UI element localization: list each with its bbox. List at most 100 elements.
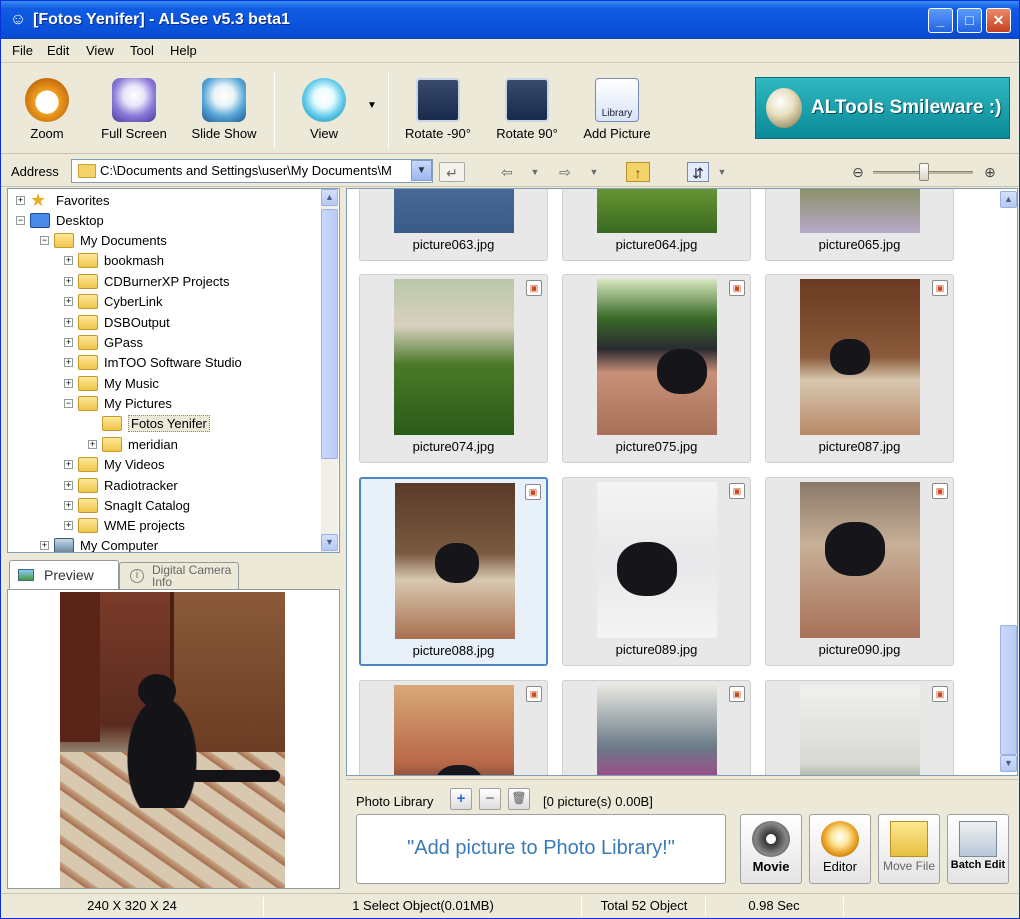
scroll-thumb[interactable] bbox=[1000, 625, 1017, 755]
expand-icon[interactable]: + bbox=[64, 256, 73, 265]
thumbnail-item[interactable]: ▣ picture074.jpg bbox=[359, 274, 548, 463]
altools-banner[interactable]: ALTools Smileware :) bbox=[755, 77, 1010, 139]
batch-edit-button[interactable]: Batch Edit bbox=[947, 814, 1009, 884]
title-bar[interactable]: ☺ [Fotos Yenifer] - ALSee v5.3 beta1 _ □… bbox=[1, 1, 1019, 39]
library-trash-icon[interactable]: 🗑 bbox=[508, 788, 530, 810]
move-file-button[interactable]: Move File bbox=[878, 814, 940, 884]
star-icon: ★ bbox=[30, 190, 47, 210]
slide-show-button[interactable]: Slide Show bbox=[185, 72, 263, 150]
thumbnail-image bbox=[800, 685, 920, 775]
expand-icon[interactable]: + bbox=[16, 196, 25, 205]
menu-view[interactable]: View bbox=[86, 43, 114, 58]
tree-scrollbar[interactable]: ▲ ▼ bbox=[321, 189, 338, 552]
view-dropdown-arrow-icon[interactable]: ▼ bbox=[367, 100, 377, 111]
folder-icon bbox=[78, 164, 96, 178]
status-total: Total 52 Object bbox=[600, 898, 688, 913]
expand-icon[interactable]: + bbox=[64, 338, 73, 347]
view-label: View bbox=[310, 126, 338, 141]
sort-dropdown-icon[interactable]: ▼ bbox=[715, 162, 729, 182]
folder-up-icon[interactable]: ↑ bbox=[626, 162, 650, 182]
rotate-ccw-button[interactable]: Rotate -90° bbox=[397, 72, 479, 150]
slider-thumb[interactable] bbox=[919, 163, 929, 181]
thumbnail-item[interactable]: picture063.jpg bbox=[359, 189, 548, 261]
expand-icon[interactable]: + bbox=[40, 541, 49, 550]
zoom-in-icon[interactable]: ⊕ bbox=[981, 162, 999, 182]
rotate-cw-button[interactable]: Rotate 90° bbox=[489, 72, 565, 150]
music-folder-icon bbox=[78, 376, 98, 391]
movie-button[interactable]: Movie bbox=[740, 814, 802, 884]
address-input[interactable]: C:\Documents and Settings\user\My Docume… bbox=[71, 159, 433, 183]
go-button[interactable]: ↵ bbox=[439, 162, 465, 182]
collapse-icon[interactable]: − bbox=[40, 236, 49, 245]
expand-icon[interactable]: + bbox=[64, 501, 73, 510]
library-remove-icon[interactable]: − bbox=[479, 788, 501, 810]
collapse-icon[interactable]: − bbox=[64, 399, 73, 408]
folder-tree: + ★ Favorites − Desktop − My Documents + book… bbox=[7, 188, 340, 553]
rotate-ccw-icon bbox=[416, 78, 460, 122]
library-add-icon[interactable]: + bbox=[450, 788, 472, 810]
expand-icon[interactable]: + bbox=[64, 460, 73, 469]
thumbnail-item[interactable]: ▣ picture090.jpg bbox=[765, 477, 954, 666]
add-picture-button[interactable]: Library Add Picture bbox=[577, 72, 657, 150]
preview-tabs: Preview i Digital Camera Info bbox=[7, 556, 340, 589]
zoom-button[interactable]: Zoom bbox=[13, 72, 81, 150]
thumbnail-item[interactable]: ▣ picture089.jpg bbox=[562, 477, 751, 666]
scroll-up-icon[interactable]: ▲ bbox=[321, 189, 338, 206]
thumbnail-item[interactable]: ▣ picture087.jpg bbox=[765, 274, 954, 463]
image-type-icon: ▣ bbox=[525, 484, 541, 500]
menu-file[interactable]: File bbox=[12, 43, 33, 58]
thumbnail-item[interactable]: picture064.jpg bbox=[562, 189, 751, 261]
address-value: C:\Documents and Settings\user\My Docume… bbox=[100, 163, 392, 178]
scroll-up-icon[interactable]: ▲ bbox=[1000, 191, 1017, 208]
menu-edit[interactable]: Edit bbox=[47, 43, 69, 58]
minimize-button[interactable]: _ bbox=[928, 8, 953, 33]
expand-icon[interactable]: + bbox=[64, 358, 73, 367]
address-dropdown-button[interactable]: ▼ bbox=[411, 160, 432, 181]
tab-digital-camera-info[interactable]: i Digital Camera Info bbox=[119, 562, 239, 589]
thumbnail-filename: picture087.jpg bbox=[818, 439, 901, 454]
thumbnail-item[interactable]: ▣ bbox=[562, 680, 751, 775]
library-drop-area[interactable]: "Add picture to Photo Library!" bbox=[356, 814, 726, 884]
expand-icon[interactable]: + bbox=[64, 521, 73, 530]
menu-help[interactable]: Help bbox=[170, 43, 197, 58]
open-folder-icon bbox=[102, 416, 122, 431]
expand-icon[interactable]: + bbox=[88, 440, 97, 449]
thumbnail-scrollbar[interactable]: ▲ ▼ bbox=[1000, 189, 1017, 775]
expand-icon[interactable]: + bbox=[64, 318, 73, 327]
expand-icon[interactable]: + bbox=[64, 297, 73, 306]
thumbnail-item[interactable]: ▣ picture088.jpg bbox=[359, 477, 548, 666]
expand-icon[interactable]: + bbox=[64, 481, 73, 490]
thumbnail-item[interactable]: ▣ bbox=[765, 680, 954, 775]
back-arrow-icon[interactable]: ⇦ bbox=[496, 162, 518, 182]
menu-bar: File Edit View Tool Help bbox=[1, 39, 1019, 63]
thumbnail-item[interactable]: ▣ bbox=[359, 680, 548, 775]
editor-button[interactable]: Editor bbox=[809, 814, 871, 884]
scroll-down-icon[interactable]: ▼ bbox=[1000, 755, 1017, 772]
back-dropdown-icon[interactable]: ▼ bbox=[528, 162, 542, 182]
zoom-out-icon[interactable]: ⊖ bbox=[849, 162, 867, 182]
thumbnail-item[interactable]: picture065.jpg bbox=[765, 189, 954, 261]
window-title: [Fotos Yenifer] - ALSee v5.3 beta1 bbox=[33, 11, 290, 28]
tab-preview[interactable]: Preview bbox=[9, 560, 119, 589]
scroll-thumb[interactable] bbox=[321, 209, 338, 459]
expand-icon[interactable]: + bbox=[64, 277, 73, 286]
maximize-button[interactable]: □ bbox=[957, 8, 982, 33]
collapse-icon[interactable]: − bbox=[16, 216, 25, 225]
expand-icon[interactable]: + bbox=[64, 379, 73, 388]
rotate-cw-icon bbox=[505, 78, 549, 122]
slide-show-icon bbox=[202, 78, 246, 122]
full-screen-button[interactable]: Full Screen bbox=[95, 72, 173, 150]
close-button[interactable]: ✕ bbox=[986, 8, 1011, 33]
sort-icon[interactable]: ⇵ bbox=[687, 162, 709, 182]
image-type-icon: ▣ bbox=[526, 686, 542, 702]
view-button[interactable]: View bbox=[291, 72, 357, 150]
library-count: [0 picture(s) 0.00B] bbox=[543, 794, 653, 809]
menu-tool[interactable]: Tool bbox=[130, 43, 154, 58]
forward-arrow-icon[interactable]: ⇨ bbox=[554, 162, 576, 182]
full-screen-label: Full Screen bbox=[101, 126, 167, 141]
thumbnail-item[interactable]: ▣ picture075.jpg bbox=[562, 274, 751, 463]
scroll-down-icon[interactable]: ▼ bbox=[321, 534, 338, 551]
rotate-ccw-label: Rotate -90° bbox=[405, 126, 471, 141]
desktop-icon bbox=[30, 213, 50, 228]
forward-dropdown-icon[interactable]: ▼ bbox=[587, 162, 601, 182]
